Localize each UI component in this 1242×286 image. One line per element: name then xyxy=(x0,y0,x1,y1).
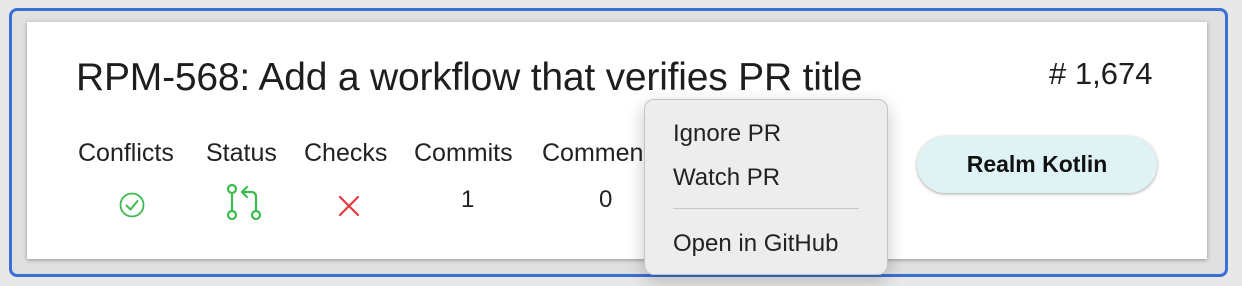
pull-request-icon xyxy=(226,183,262,221)
pull-request-card[interactable]: RPM-568: Add a workflow that verifies PR… xyxy=(27,22,1207,259)
pr-number: # 1,674 xyxy=(1049,56,1153,91)
comments-count: 0 xyxy=(599,186,613,213)
x-icon xyxy=(338,195,360,217)
conflicts-label: Conflicts xyxy=(78,139,174,167)
comments-label: Commen xyxy=(542,139,644,167)
check-circle-icon xyxy=(119,192,145,218)
menu-item-watch-pr[interactable]: Watch PR xyxy=(673,164,780,192)
checks-label: Checks xyxy=(304,139,388,167)
menu-separator xyxy=(673,208,859,209)
context-menu: Ignore PR Watch PR Open in GitHub xyxy=(644,99,888,275)
status-label: Status xyxy=(206,139,277,167)
pr-title[interactable]: RPM-568: Add a workflow that verifies PR… xyxy=(76,56,862,100)
commits-label: Commits xyxy=(414,139,513,167)
menu-item-open-in-github[interactable]: Open in GitHub xyxy=(673,230,838,258)
menu-item-ignore-pr[interactable]: Ignore PR xyxy=(673,120,781,148)
commits-count: 1 xyxy=(461,186,475,213)
repo-badge[interactable]: Realm Kotlin xyxy=(917,136,1157,193)
